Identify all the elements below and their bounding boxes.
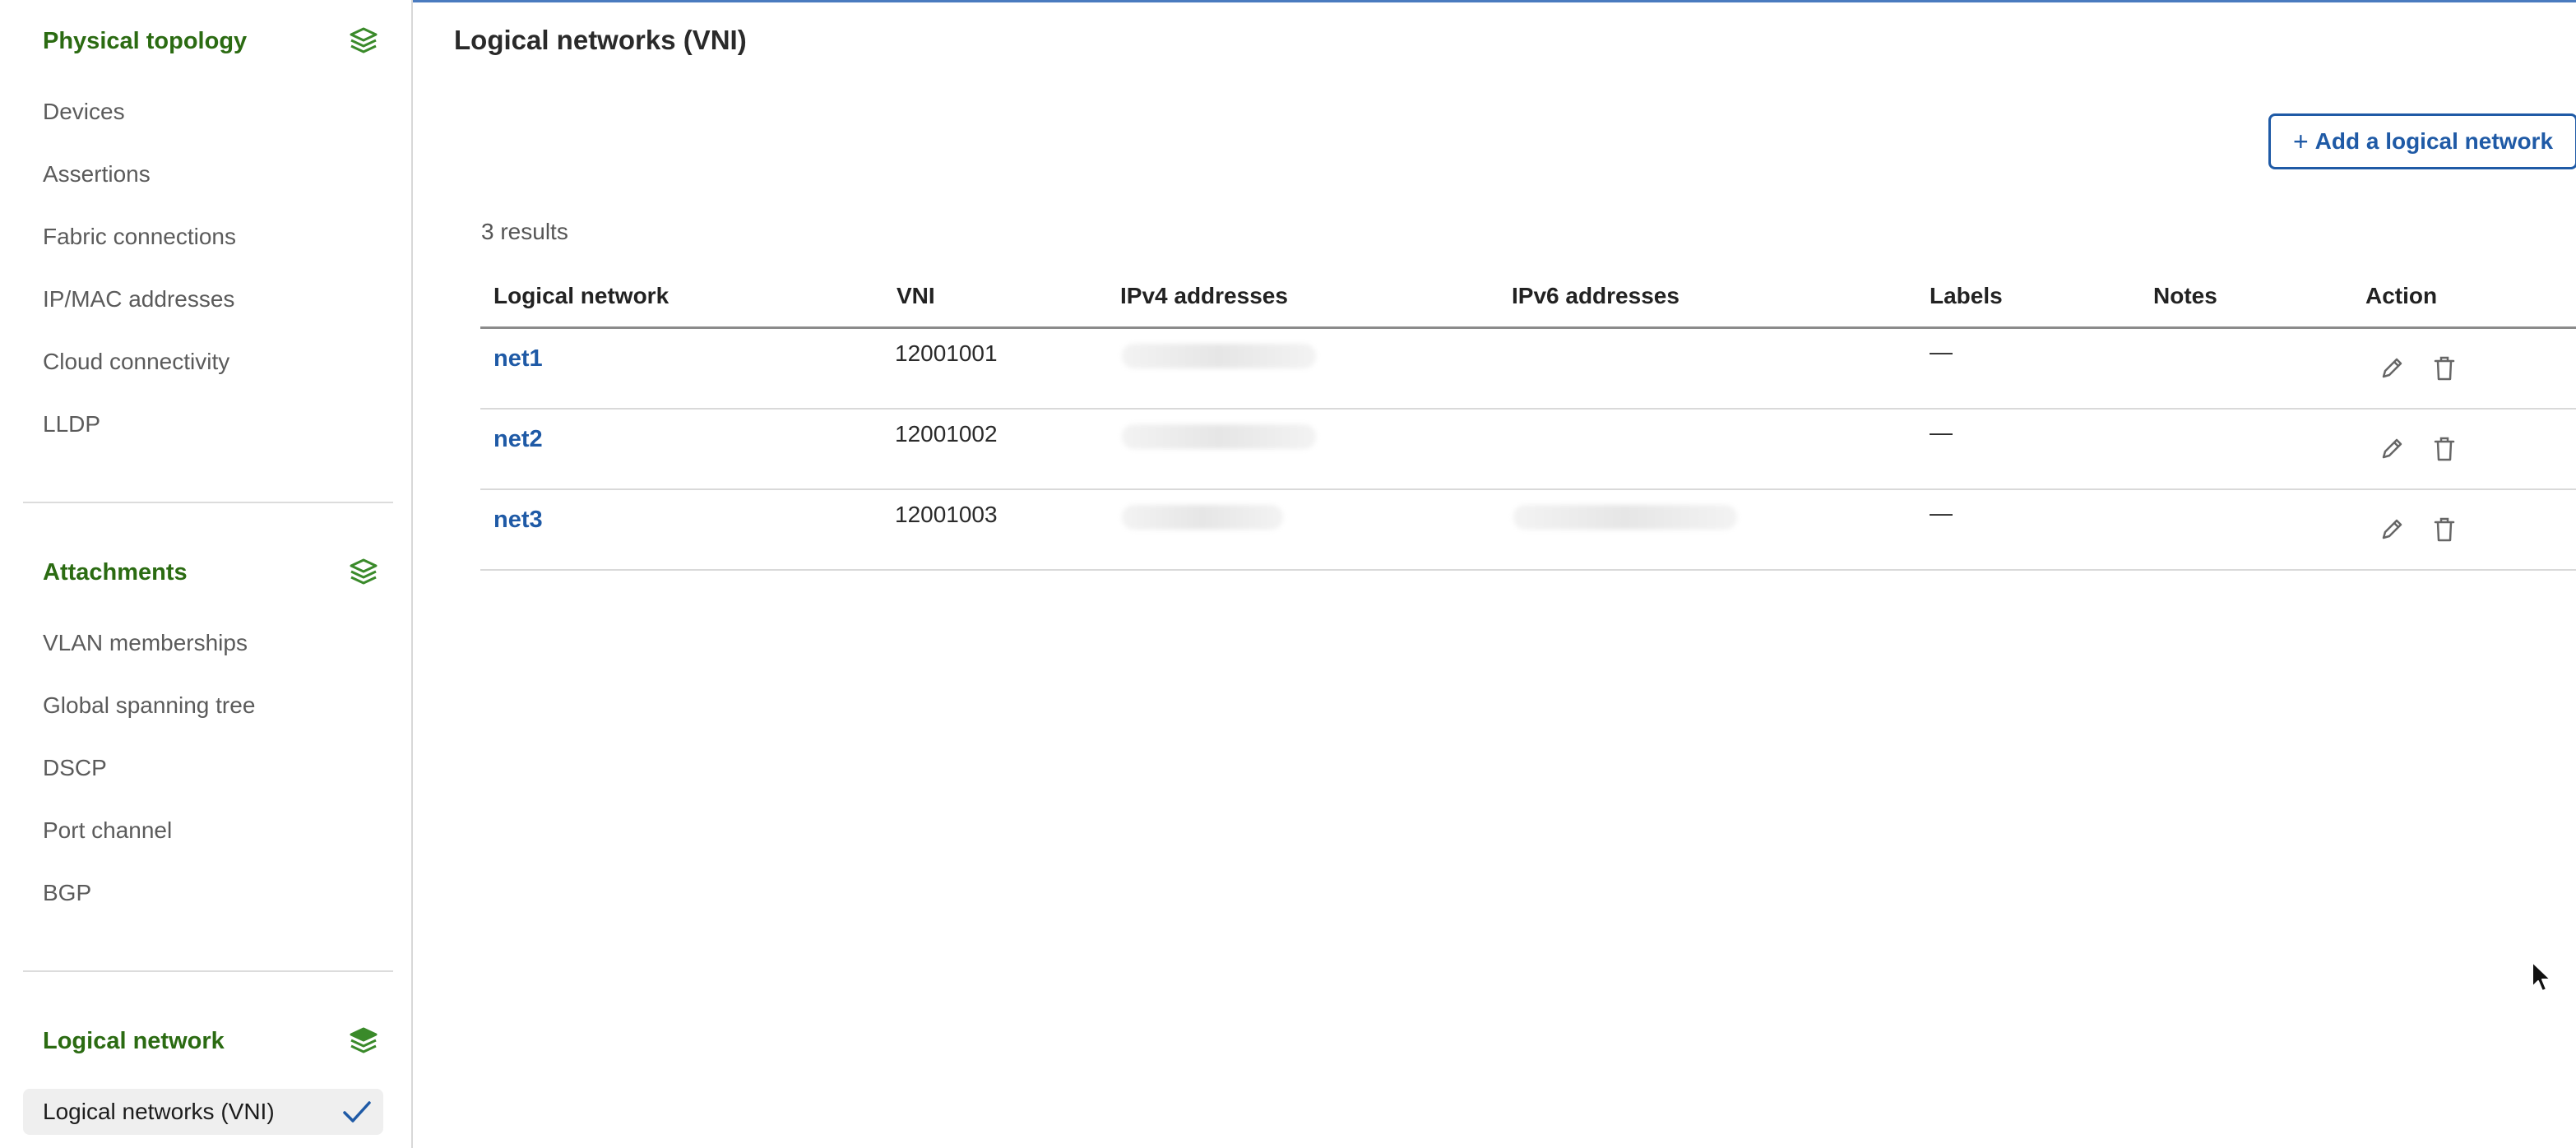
column-header-action: Action xyxy=(2365,283,2438,308)
column-header-vni[interactable]: VNI xyxy=(897,283,935,309)
sidebar-divider xyxy=(23,970,393,972)
sidebar-item-lldp[interactable]: LLDP xyxy=(43,410,100,439)
trash-icon xyxy=(2434,356,2455,381)
delete-button[interactable] xyxy=(2430,352,2459,385)
labels-value: — xyxy=(1930,419,1953,445)
logical-networks-table: Logical network VNI IPv4 addresses IPv6 … xyxy=(480,276,2576,571)
section-title: Logical network xyxy=(43,1027,225,1054)
sidebar-item-logical-networks-vni[interactable]: Logical networks (VNI) xyxy=(23,1089,383,1135)
sidebar-item-port-channel[interactable]: Port channel xyxy=(43,816,172,845)
table-header: Logical network VNI IPv4 addresses IPv6 … xyxy=(480,276,2576,329)
layers-icon[interactable] xyxy=(347,558,380,587)
sidebar-item-label: Logical networks (VNI) xyxy=(43,1099,275,1124)
redacted-ipv4 xyxy=(1122,505,1283,530)
vni-value: 12001003 xyxy=(895,502,998,527)
pencil-icon xyxy=(2382,519,2402,539)
sidebar-item-vlan-memberships[interactable]: VLAN memberships xyxy=(43,628,248,658)
network-name-link[interactable]: net2 xyxy=(493,426,543,453)
layers-icon[interactable] xyxy=(347,1026,380,1056)
page-title: Logical networks (VNI) xyxy=(454,25,747,55)
trash-icon xyxy=(2434,437,2455,461)
column-header-labels[interactable]: Labels xyxy=(1930,283,2003,309)
mouse-cursor-icon xyxy=(2532,961,2551,992)
section-title: Attachments xyxy=(43,558,188,586)
sidebar-item-devices[interactable]: Devices xyxy=(43,97,125,127)
layers-icon[interactable] xyxy=(347,26,380,56)
vni-value: 12001001 xyxy=(895,340,998,366)
redacted-ipv4 xyxy=(1122,424,1316,449)
section-header-physical-topology[interactable]: Physical topology xyxy=(43,23,380,59)
table-row: net1 12001001 — xyxy=(480,329,2576,410)
redacted-ipv6 xyxy=(1513,505,1737,530)
results-count: 3 results xyxy=(481,219,568,244)
section-title: Physical topology xyxy=(43,27,248,54)
add-button-label: Add a logical network xyxy=(2314,128,2554,154)
sidebar: Physical topology Devices Assertions Fab… xyxy=(0,0,413,1148)
sidebar-item-cloud-connectivity[interactable]: Cloud connectivity xyxy=(43,347,229,377)
edit-button[interactable] xyxy=(2377,352,2407,385)
edit-button[interactable] xyxy=(2377,513,2407,546)
edit-button[interactable] xyxy=(2377,433,2407,465)
network-name-link[interactable]: net1 xyxy=(493,345,543,373)
network-name-link[interactable]: net3 xyxy=(493,507,543,534)
delete-button[interactable] xyxy=(2430,513,2459,546)
labels-value: — xyxy=(1930,339,1953,364)
trash-icon xyxy=(2434,517,2455,542)
sidebar-item-bgp[interactable]: BGP xyxy=(43,878,91,908)
plus-icon: + xyxy=(2292,126,2309,156)
vni-value: 12001002 xyxy=(895,421,998,447)
pencil-icon xyxy=(2382,358,2402,378)
delete-button[interactable] xyxy=(2430,433,2459,465)
column-header-ipv6[interactable]: IPv6 addresses xyxy=(1512,283,1679,309)
sidebar-divider xyxy=(23,502,393,503)
checkmark-icon xyxy=(343,1101,371,1123)
sidebar-item-fabric-connections[interactable]: Fabric connections xyxy=(43,222,236,252)
add-logical-network-button[interactable]: + Add a logical network xyxy=(2268,113,2576,169)
table-row: net2 12001002 — xyxy=(480,410,2576,490)
sidebar-item-ip-mac-addresses[interactable]: IP/MAC addresses xyxy=(43,285,234,314)
section-header-attachments[interactable]: Attachments xyxy=(43,554,380,590)
column-header-ipv4[interactable]: IPv4 addresses xyxy=(1120,283,1288,309)
table-row: net3 12001003 — xyxy=(480,490,2576,571)
redacted-ipv4 xyxy=(1122,344,1316,368)
column-header-logical-network[interactable]: Logical network xyxy=(493,283,669,309)
labels-value: — xyxy=(1930,500,1953,525)
column-header-notes[interactable]: Notes xyxy=(2153,283,2217,309)
sidebar-item-global-spanning-tree[interactable]: Global spanning tree xyxy=(43,691,255,720)
pencil-icon xyxy=(2382,438,2402,459)
section-header-logical-network[interactable]: Logical network xyxy=(43,1023,380,1059)
sidebar-item-assertions[interactable]: Assertions xyxy=(43,160,151,189)
sidebar-item-dscp[interactable]: DSCP xyxy=(43,753,107,783)
